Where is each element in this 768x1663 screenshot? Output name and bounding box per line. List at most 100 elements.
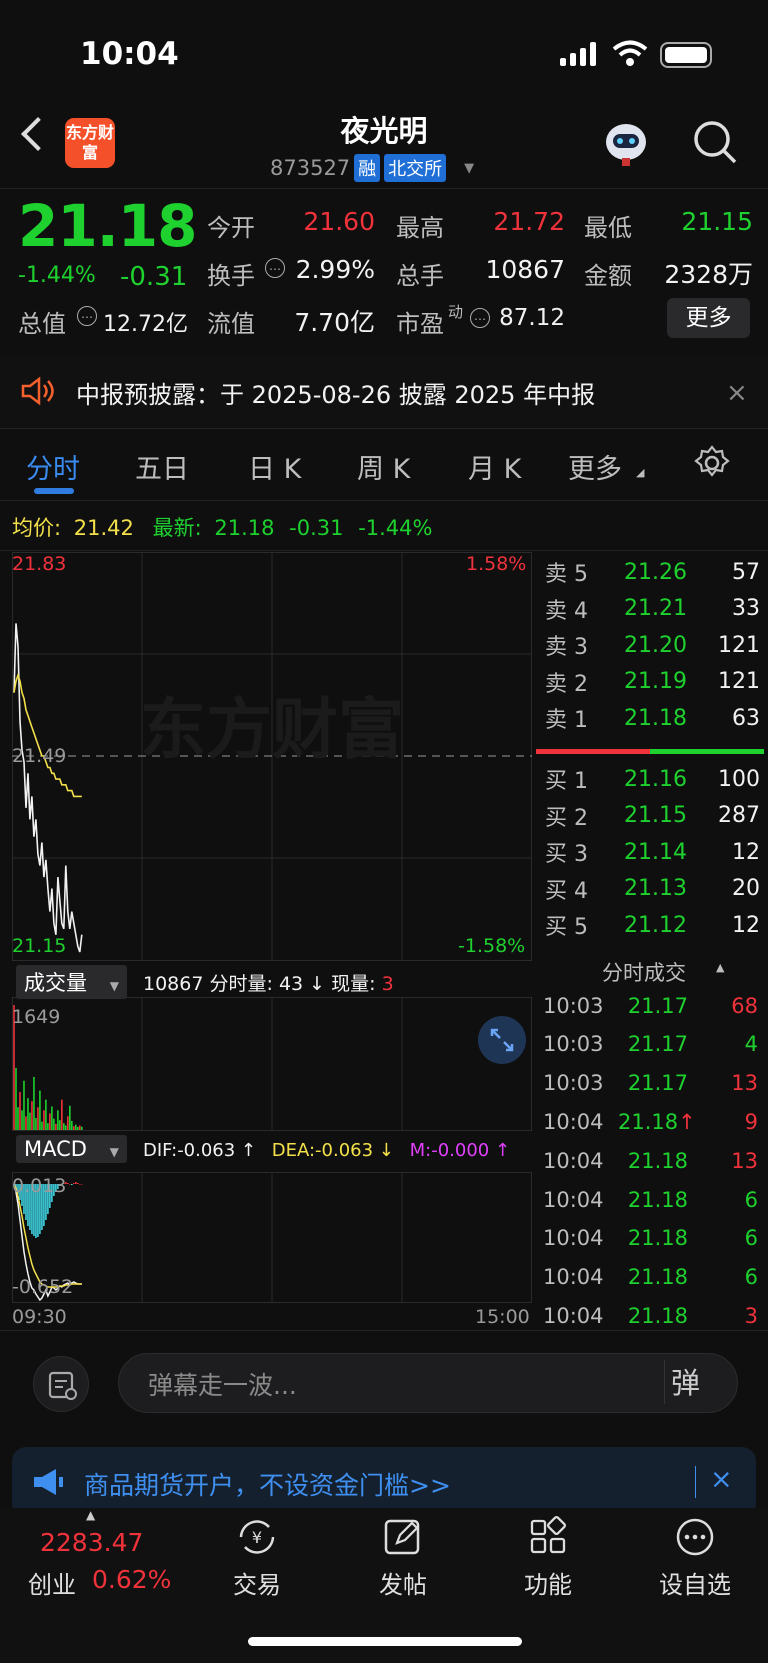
stock-subtitle[interactable]: 873527 融 北交所 ▼ — [270, 154, 474, 182]
info-icon[interactable]: … — [265, 258, 285, 278]
tick-row: 10:04 21.18 13 — [543, 1141, 758, 1180]
volume-bar — [45, 1099, 47, 1130]
nav-trade[interactable]: ¥ — [207, 1515, 307, 1563]
tab-intraday[interactable]: 分时 — [26, 447, 80, 486]
index-pct[interactable]: 0.62% — [92, 1565, 171, 1594]
macd-selector-label: MACD — [24, 1137, 87, 1161]
nav-functions[interactable] — [498, 1515, 598, 1563]
ask-label: 卖 4 — [545, 598, 588, 624]
danmu-toggle-button[interactable]: 弹 — [664, 1360, 708, 1404]
chart-summary: 均价: 21.42 最新: 21.18 -0.31 -1.44% — [12, 512, 432, 542]
bid-price: 21.12 — [624, 912, 687, 938]
more-button[interactable]: 更多 — [667, 298, 750, 338]
ask-row: 卖 1 21.18 63 — [545, 700, 760, 736]
ask-qty: 33 — [732, 596, 760, 621]
volume-bar — [63, 1123, 65, 1130]
notice-text[interactable]: 中报预披露：于 2025-08-26 披露 2025 年中报 — [76, 375, 595, 410]
active-tab-indicator — [34, 488, 74, 494]
latest-label: 最新: — [152, 516, 202, 540]
nav-post-label[interactable]: 发帖 — [353, 1565, 453, 1600]
volume-bar — [59, 1120, 61, 1130]
home-indicator — [248, 1637, 522, 1646]
bid-qty: 100 — [718, 766, 760, 792]
macd-top-label: 0.013 — [12, 1175, 67, 1197]
volume-total: 10867 — [143, 973, 204, 995]
index-value[interactable]: 2283.47 — [40, 1528, 143, 1557]
tick-row: 10:03 21.17 4 — [543, 1025, 758, 1064]
info-icon[interactable]: … — [77, 306, 97, 326]
tab-weekly-k[interactable]: 周 K — [357, 447, 410, 486]
nav-add-watchlist[interactable] — [645, 1515, 745, 1563]
tick-time: 10:04 — [543, 1226, 604, 1251]
bid-price: 21.16 — [624, 766, 687, 792]
nav-add-watchlist-label[interactable]: 设自选 — [645, 1565, 745, 1600]
speaker-icon — [21, 376, 54, 406]
chevron-down-icon: ▼ — [109, 1145, 119, 1159]
volume-bar — [25, 1116, 27, 1130]
watermark: 东方财富 — [140, 691, 404, 768]
close-icon[interactable]: × — [710, 1464, 733, 1495]
battery-icon — [660, 42, 712, 68]
macd-histogram-bar — [76, 1183, 79, 1184]
volume-bar — [15, 1067, 17, 1130]
info-icon[interactable]: … — [470, 308, 490, 328]
nav-trade-label[interactable]: 交易 — [207, 1565, 307, 1600]
tick-row: 10:03 21.17 68 — [543, 986, 758, 1025]
tick-qty: 6 — [744, 1265, 758, 1290]
gear-icon[interactable] — [693, 444, 731, 482]
float-cap-value: 7.70亿 — [294, 308, 375, 337]
ad-text[interactable]: 商品期货开户，不设资金门槛>> — [84, 1466, 451, 1502]
volume-bar — [33, 1076, 35, 1130]
tick-row: 10:03 21.17 13 — [543, 1064, 758, 1103]
y-axis-mid-label: 21.49 — [12, 745, 67, 767]
tab-monthly-k[interactable]: 月 K — [468, 447, 521, 486]
tab-more[interactable]: 更多 — [568, 447, 622, 486]
expand-icon — [490, 1028, 514, 1052]
pe-superscript: 动 — [448, 303, 464, 321]
grid-icon — [530, 1515, 567, 1554]
bid-price: 21.15 — [624, 803, 687, 828]
macd-m: M:-0.000 ↑ — [409, 1140, 511, 1161]
volume-selector[interactable]: 成交量 ▼ — [16, 965, 127, 999]
volume-info: 10867 分时量: 43 ↓ 现量: 3 — [143, 969, 394, 996]
tick-price: 21.18 — [627, 1303, 688, 1328]
volume-bar — [61, 1099, 63, 1130]
tick-time: 10:03 — [543, 1032, 604, 1057]
tick-list-title[interactable]: 分时成交 — [602, 957, 686, 987]
close-icon[interactable]: × — [726, 378, 748, 408]
turnover-label: 换手 — [207, 262, 255, 290]
market-cap-label: 总值 — [18, 310, 66, 338]
ad-divider — [695, 1466, 696, 1498]
ask-row: 卖 4 21.21 33 — [545, 591, 760, 627]
ask-label: 卖 1 — [545, 708, 588, 733]
expand-chart-button[interactable] — [478, 1016, 526, 1064]
tab-five-day[interactable]: 五日 — [135, 447, 189, 486]
index-name[interactable]: 创业 — [28, 1565, 76, 1600]
macd-histogram-bar — [69, 1184, 71, 1185]
bid-row: 买 1 21.16 100 — [545, 761, 760, 797]
volume-label: 总手 — [396, 262, 444, 290]
tab-daily-k[interactable]: 日 K — [248, 447, 301, 486]
ask-price: 21.20 — [624, 632, 687, 658]
intraday-chart[interactable]: 东方财富 — [12, 552, 534, 1312]
bid-label: 买 1 — [545, 769, 588, 794]
volume-bar — [31, 1101, 33, 1130]
tick-price: 21.18 — [627, 1226, 688, 1251]
tick-time: 10:04 — [543, 1187, 604, 1212]
tick-price: 21.18↑ — [618, 1109, 696, 1134]
macd-histogram-bar — [73, 1183, 75, 1184]
robot-assistant-icon[interactable] — [600, 118, 652, 168]
nav-post[interactable] — [353, 1515, 453, 1563]
latest-pct: -1.44% — [358, 516, 433, 540]
volume-bar — [80, 1126, 83, 1130]
high-value: 21.72 — [493, 207, 565, 236]
nav-functions-label[interactable]: 功能 — [498, 1565, 598, 1600]
margin-tag: 融 — [354, 154, 381, 182]
macd-histogram-bar — [78, 1184, 81, 1185]
tick-row: 10:04 21.18 3 — [543, 1296, 758, 1335]
volume-bar — [47, 1123, 49, 1130]
macd-selector[interactable]: MACD ▼ — [16, 1135, 127, 1163]
wifi-icon — [612, 40, 648, 66]
search-icon[interactable] — [693, 120, 737, 164]
danmu-settings-button[interactable] — [33, 1356, 89, 1412]
